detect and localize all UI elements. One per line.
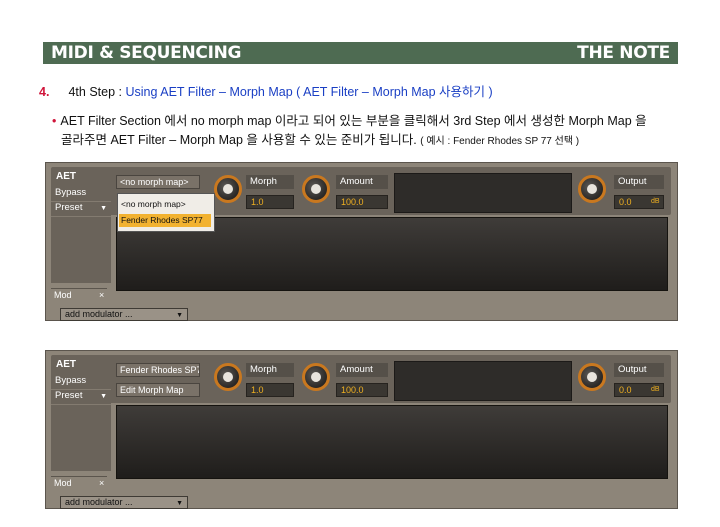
bypass-button[interactable]: Bypass	[51, 375, 111, 390]
output-label: Output	[614, 363, 664, 377]
bullet-line-1: AET Filter Section 에서 no morph map 이라고 되…	[60, 114, 647, 128]
add-modulator-dropdown[interactable]: add modulator ... ▼	[60, 308, 188, 321]
modulation-area	[116, 405, 668, 479]
menu-item-no-morph-map[interactable]: <no morph map>	[121, 199, 186, 209]
add-modulator-label: add modulator ...	[65, 497, 133, 507]
morph-knob[interactable]	[214, 175, 242, 203]
chevron-down-icon: ▼	[100, 205, 107, 212]
preset-label: Preset	[55, 390, 83, 401]
bullet-note: ( 예시 : Fender Rhodes SP 77 선택 )	[420, 136, 580, 147]
morph-display	[394, 361, 572, 401]
mod-tab[interactable]: Mod ×	[51, 476, 107, 491]
morph-label: Morph	[246, 175, 294, 189]
close-icon[interactable]: ×	[99, 290, 104, 300]
preset-menu[interactable]: Preset ▼	[51, 390, 111, 405]
morph-map-dropdown-menu: <no morph map> Fender Rhodes SP77	[117, 193, 215, 232]
bypass-button[interactable]: Bypass	[51, 187, 111, 202]
amount-knob[interactable]	[302, 363, 330, 391]
panel-title: AET	[56, 171, 76, 182]
add-modulator-label: add modulator ...	[65, 309, 133, 319]
step-number: 4.	[39, 85, 50, 99]
output-label: Output	[614, 175, 664, 189]
aet-filter-panel-before: AET Bypass Preset ▼ <no morph map> Morph …	[45, 162, 678, 321]
banner-left-title: MIDI & SEQUENCING	[51, 43, 242, 63]
preset-menu[interactable]: Preset ▼	[51, 202, 111, 217]
morph-display	[394, 173, 572, 213]
amount-value[interactable]: 100.0	[336, 195, 388, 209]
chevron-down-icon: ▼	[100, 393, 107, 400]
step-paren: ( AET Filter – Morph Map 사용하기 )	[296, 85, 493, 99]
mod-tab-label: Mod	[54, 478, 72, 488]
menu-item-fender-rhodes[interactable]: Fender Rhodes SP77	[121, 215, 203, 225]
morph-value[interactable]: 1.0	[246, 195, 294, 209]
db-unit: dB	[651, 386, 660, 393]
preset-label: Preset	[55, 202, 83, 213]
morph-map-selector[interactable]: <no morph map>	[116, 175, 200, 189]
mod-tab[interactable]: Mod ×	[51, 288, 107, 303]
chevron-down-icon: ▼	[176, 312, 183, 319]
mod-tab-label: Mod	[54, 290, 72, 300]
amount-label: Amount	[336, 175, 388, 189]
banner-right-title: THE NOTE	[577, 43, 670, 63]
bullet-line-2: 골라주면 AET Filter – Morph Map 을 사용할 수 있는 준…	[61, 133, 417, 147]
panel-sidebar: Bypass Preset ▼	[51, 187, 111, 283]
add-modulator-dropdown[interactable]: add modulator ... ▼	[60, 496, 188, 509]
step-label: 4th Step :	[68, 85, 122, 99]
output-knob[interactable]	[578, 175, 606, 203]
chevron-down-icon: ▼	[176, 500, 183, 507]
step-title: Using AET Filter – Morph Map	[125, 85, 293, 99]
instruction-bullet: • AET Filter Section 에서 no morph map 이라고 …	[52, 112, 647, 151]
bullet-dot-icon: •	[52, 114, 57, 128]
morph-map-selector[interactable]: Fender Rhodes SP77	[116, 363, 200, 377]
db-unit: dB	[651, 198, 660, 205]
output-knob[interactable]	[578, 363, 606, 391]
morph-knob[interactable]	[214, 363, 242, 391]
morph-value[interactable]: 1.0	[246, 383, 294, 397]
edit-morph-map-button[interactable]: Edit Morph Map	[116, 383, 200, 397]
step-heading: 4. 4th Step : Using AET Filter – Morph M…	[39, 81, 493, 100]
section-banner: MIDI & SEQUENCING THE NOTE	[43, 42, 678, 64]
amount-knob[interactable]	[302, 175, 330, 203]
aet-filter-panel-after: AET Bypass Preset ▼ Fender Rhodes SP77 Ed…	[45, 350, 678, 509]
amount-label: Amount	[336, 363, 388, 377]
amount-value[interactable]: 100.0	[336, 383, 388, 397]
panel-sidebar: Bypass Preset ▼	[51, 375, 111, 471]
close-icon[interactable]: ×	[99, 478, 104, 488]
panel-title: AET	[56, 359, 76, 370]
morph-label: Morph	[246, 363, 294, 377]
